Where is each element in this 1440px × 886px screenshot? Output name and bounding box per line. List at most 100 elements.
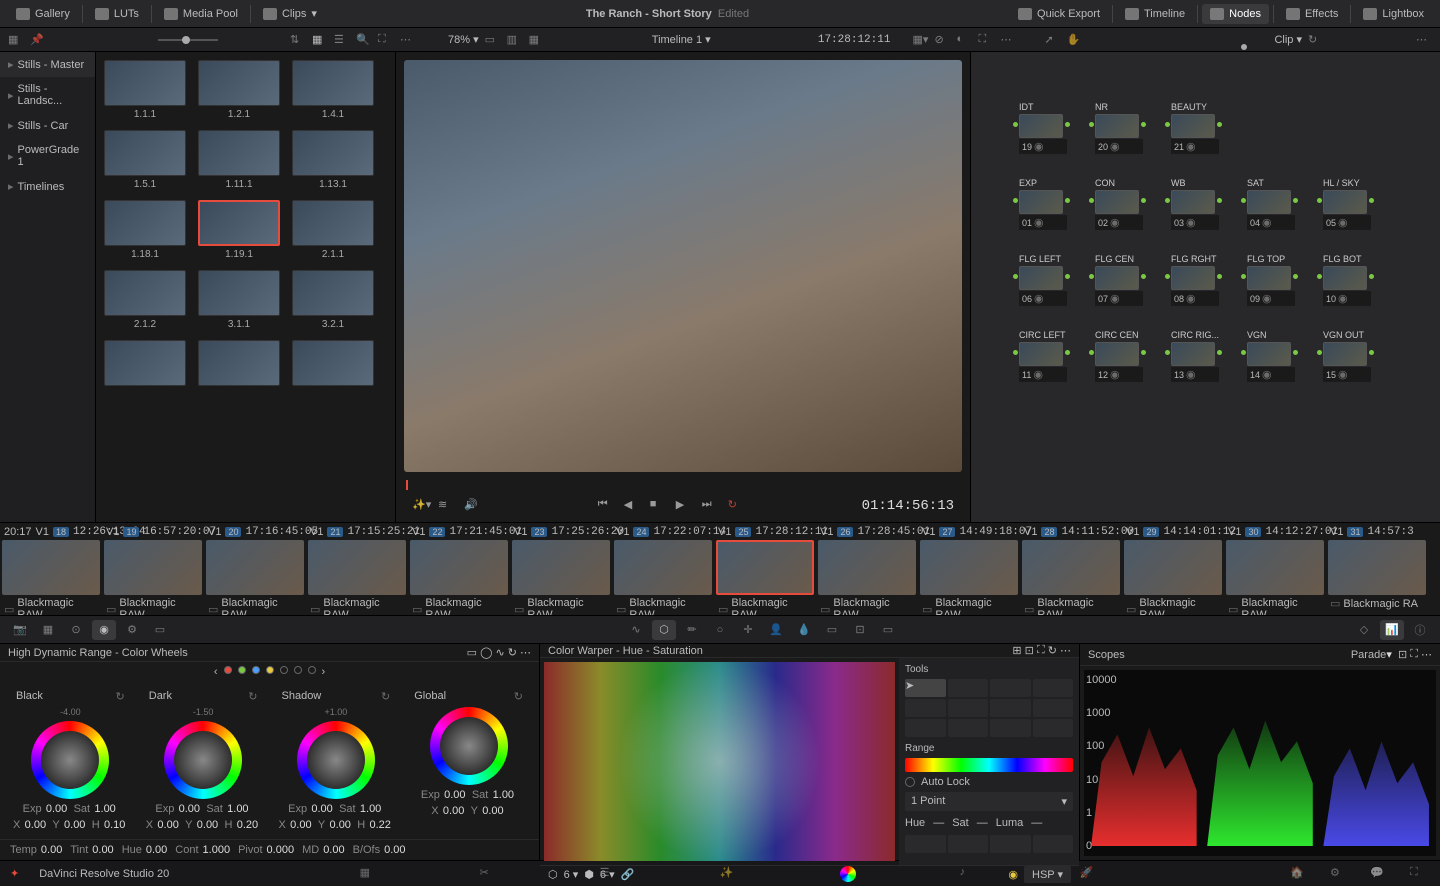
curves-icon[interactable]: ∿ xyxy=(624,620,648,640)
tracking-icon[interactable]: ✛ xyxy=(736,620,760,640)
viewer-timecode[interactable]: 01:14:56:13 xyxy=(862,498,954,514)
list-icon[interactable]: ☰ xyxy=(334,33,350,47)
still-item[interactable]: 1.19.1 xyxy=(198,200,280,260)
still-item[interactable]: 1.11.1 xyxy=(198,130,280,190)
render-cache-icon[interactable]: ▦▾ xyxy=(912,33,928,47)
fairlight-page-icon[interactable]: ♪ xyxy=(960,866,980,882)
chat-icon[interactable]: 💬 xyxy=(1370,866,1390,882)
t11[interactable] xyxy=(990,719,1031,737)
more2-icon[interactable]: ⋯ xyxy=(1000,33,1016,47)
effects-button[interactable]: Effects xyxy=(1278,4,1346,24)
category-item[interactable]: ▸Stills - Car xyxy=(0,113,95,138)
panel-more-icon[interactable]: ⋯ xyxy=(1416,33,1432,47)
media-page-icon[interactable]: ▦ xyxy=(360,866,380,882)
node-con[interactable]: CON02 ◉ xyxy=(1095,178,1143,230)
node-exp[interactable]: EXP01 ◉ xyxy=(1019,178,1067,230)
node-flgcen[interactable]: FLG CEN07 ◉ xyxy=(1095,254,1143,306)
still-item[interactable] xyxy=(104,340,186,389)
clip-thumbnail[interactable]: V12117:15:25:21▭Blackmagic RAW xyxy=(306,523,408,615)
category-item[interactable]: ▸Timelines xyxy=(0,174,95,199)
global-pivot[interactable]: Pivot0.000 xyxy=(238,844,294,856)
scope-mode[interactable]: Parade xyxy=(1351,649,1386,661)
node-flgbot[interactable]: FLG BOT10 ◉ xyxy=(1323,254,1371,306)
qualifier-icon[interactable]: ✏ xyxy=(680,620,704,640)
more-icon[interactable]: ⋯ xyxy=(520,646,531,659)
clip-thumbnail[interactable]: V11916:57:20:07▭Blackmagic RAW xyxy=(102,523,204,615)
global-md[interactable]: MD0.00 xyxy=(302,844,345,856)
fullscreen-icon[interactable]: ⛶ xyxy=(1410,866,1430,882)
keyframe-icon[interactable]: ◇ xyxy=(1352,620,1376,640)
warper-viz[interactable] xyxy=(544,662,895,861)
enhanced-viewer-icon[interactable]: ▦ xyxy=(529,33,545,47)
grid2-icon[interactable]: ⊡ xyxy=(1025,644,1034,657)
3d-icon[interactable]: ▭ xyxy=(876,620,900,640)
unmix-icon[interactable]: ≋ xyxy=(438,498,454,514)
zoom-dropdown[interactable]: 78% ▾ xyxy=(448,33,479,46)
still-item[interactable]: 3.2.1 xyxy=(292,270,374,330)
clips-button[interactable]: Clips▾ xyxy=(255,3,325,24)
node-flgtop[interactable]: FLG TOP09 ◉ xyxy=(1247,254,1295,306)
stop-icon[interactable]: ■ xyxy=(650,498,666,514)
still-item[interactable]: 3.1.1 xyxy=(198,270,280,330)
color-page-icon[interactable] xyxy=(840,866,860,882)
hand-icon[interactable]: ✋ xyxy=(1066,33,1082,47)
reset-icon[interactable]: ↻ xyxy=(1308,33,1324,47)
mediapool-button[interactable]: Media Pool xyxy=(156,4,246,24)
playhead[interactable] xyxy=(406,480,408,490)
more-icon[interactable]: ⋯ xyxy=(1060,644,1071,657)
sidebar-toggle-icon[interactable]: ▦ xyxy=(8,33,24,47)
luts-button[interactable]: LUTs xyxy=(87,4,147,24)
t5[interactable] xyxy=(905,699,946,717)
fusion-page-icon[interactable]: ✨ xyxy=(720,866,740,882)
clip-thumbnail[interactable]: V12417:22:07:14▭Blackmagic RAW xyxy=(612,523,714,615)
slider[interactable] xyxy=(158,39,218,41)
clip-thumbnail[interactable]: V12814:11:52:00▭Blackmagic RAW xyxy=(1020,523,1122,615)
pull-tool[interactable] xyxy=(1033,679,1074,697)
wipe-icon[interactable]: ◐ xyxy=(956,33,972,47)
dual-viewer-icon[interactable]: ▥ xyxy=(507,33,523,47)
timeline-name[interactable]: Timeline 1 xyxy=(652,34,702,46)
grid-icon[interactable]: ▦ xyxy=(312,33,328,47)
wheel-pager[interactable]: ‹› xyxy=(0,662,539,682)
clip-dropdown[interactable]: Clip ▾ xyxy=(1274,33,1302,46)
more-icon[interactable]: ⋯ xyxy=(400,33,416,47)
motion-icon[interactable]: ▭ xyxy=(148,620,172,640)
colorspace-icon[interactable]: ◉ xyxy=(1008,868,1018,881)
pin-icon[interactable]: 📌 xyxy=(30,33,46,47)
next-frame-icon[interactable]: ⏭ xyxy=(702,498,718,514)
home-icon[interactable]: 🏠 xyxy=(1290,866,1310,882)
key-icon[interactable]: ▭ xyxy=(820,620,844,640)
audio-icon[interactable]: 🔊 xyxy=(464,498,480,514)
still-item[interactable]: 2.1.1 xyxy=(292,200,374,260)
settings-icon[interactable]: ⚙ xyxy=(1330,866,1350,882)
still-item[interactable]: 1.4.1 xyxy=(292,60,374,120)
node-idt[interactable]: IDT19 ◉ xyxy=(1019,102,1067,154)
still-item[interactable]: 2.1.2 xyxy=(104,270,186,330)
first-frame-icon[interactable]: ⏮ xyxy=(598,498,614,514)
clip-thumbnail[interactable]: V12617:28:45:01▭Blackmagic RAW xyxy=(816,523,918,615)
still-item[interactable] xyxy=(292,340,374,389)
hdr-wheels-icon[interactable]: ◉ xyxy=(92,620,116,640)
reset-icon[interactable]: ↻ xyxy=(508,646,517,659)
clip-thumbnail[interactable]: V12317:25:26:20▭Blackmagic RAW xyxy=(510,523,612,615)
scopes-icon[interactable]: 📊 xyxy=(1380,620,1404,640)
node-sat[interactable]: SAT04 ◉ xyxy=(1247,178,1295,230)
s3[interactable] xyxy=(990,835,1031,853)
scope-opts-icon[interactable]: ⊡ xyxy=(1398,648,1407,661)
timeline-button[interactable]: Timeline xyxy=(1117,4,1193,24)
node-beauty[interactable]: BEAUTY21 ◉ xyxy=(1171,102,1219,154)
s1[interactable] xyxy=(905,835,946,853)
pin-tool[interactable] xyxy=(990,679,1031,697)
deliver-page-icon[interactable]: 🚀 xyxy=(1080,866,1100,882)
node-wb[interactable]: WB03 ◉ xyxy=(1171,178,1219,230)
blur-icon[interactable]: 💧 xyxy=(792,620,816,640)
t6[interactable] xyxy=(948,699,989,717)
hex-icon[interactable]: ⬡ xyxy=(548,868,558,881)
clip-thumbnail[interactable]: V13114:57:3▭Blackmagic RA xyxy=(1326,523,1428,615)
quickexport-button[interactable]: Quick Export xyxy=(1010,4,1108,24)
node-flgleft[interactable]: FLG LEFT06 ◉ xyxy=(1019,254,1067,306)
clip-thumbnail[interactable]: V12914:14:01:12▭Blackmagic RAW xyxy=(1122,523,1224,615)
camera-raw-icon[interactable]: 📷 xyxy=(8,620,32,640)
clip-thumbnail[interactable]: V12714:49:18:07▭Blackmagic RAW xyxy=(918,523,1020,615)
s4[interactable] xyxy=(1033,835,1074,853)
